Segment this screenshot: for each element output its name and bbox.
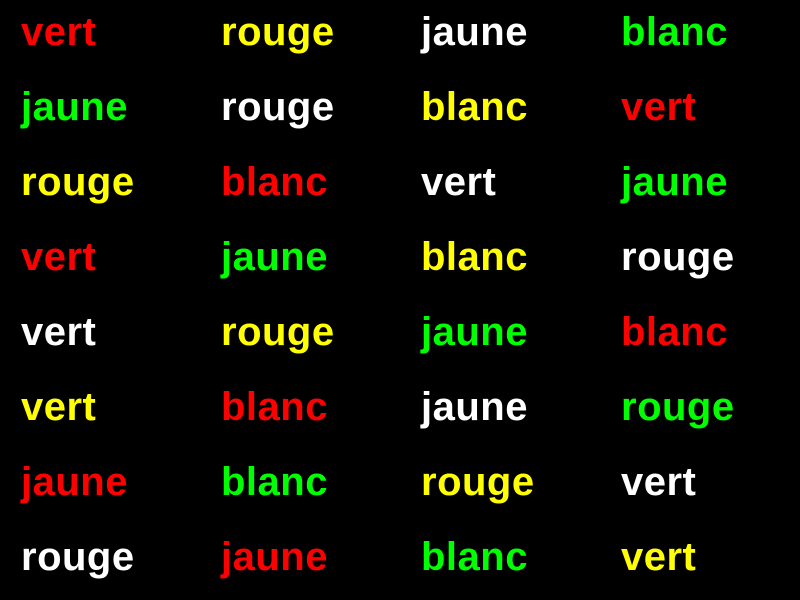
stroop-word-r5-c4: blanc: [621, 310, 728, 354]
stroop-word-r4-c1: vert: [21, 235, 97, 279]
stroop-word-r8-c3: blanc: [421, 535, 528, 579]
stroop-word-r3-c4: jaune: [621, 160, 728, 204]
stroop-word-r3-c1: rouge: [21, 160, 135, 204]
stroop-word-r7-c3: rouge: [421, 460, 535, 504]
stroop-word-r6-c1: vert: [21, 385, 97, 429]
stroop-word-r7-c4: vert: [621, 460, 697, 504]
stroop-word-r5-c2: rouge: [221, 310, 335, 354]
stroop-word-r7-c1: jaune: [21, 460, 128, 504]
stroop-word-grid: vert rouge jaune blanc jaune rouge blanc vert ro…: [0, 0, 800, 600]
stroop-word-r7-c2: blanc: [221, 460, 328, 504]
stroop-word-r6-c4: rouge: [621, 385, 735, 429]
stroop-word-r3-c2: blanc: [221, 160, 328, 204]
stroop-word-r8-c4: vert: [621, 535, 697, 579]
stroop-word-r6-c3: jaune: [421, 385, 528, 429]
stroop-word-r4-c3: blanc: [421, 235, 528, 279]
stroop-word-r3-c3: vert: [421, 160, 497, 204]
stroop-word-r2-c4: vert: [621, 85, 697, 129]
stroop-word-r8-c2: jaune: [221, 535, 328, 579]
stroop-word-r1-c4: blanc: [621, 10, 728, 54]
stroop-word-r1-c3: jaune: [421, 10, 528, 54]
stroop-word-r1-c2: rouge: [221, 10, 335, 54]
stroop-word-r2-c2: rouge: [221, 85, 335, 129]
stroop-word-r4-c4: rouge: [621, 235, 735, 279]
stroop-word-r5-c3: jaune: [421, 310, 528, 354]
stroop-word-r6-c2: blanc: [221, 385, 328, 429]
stroop-word-r1-c1: vert: [21, 10, 97, 54]
stroop-word-r2-c3: blanc: [421, 85, 528, 129]
stroop-word-r5-c1: vert: [21, 310, 97, 354]
stroop-word-r2-c1: jaune: [21, 85, 128, 129]
stroop-word-r4-c2: jaune: [221, 235, 328, 279]
stroop-word-r8-c1: rouge: [21, 535, 135, 579]
